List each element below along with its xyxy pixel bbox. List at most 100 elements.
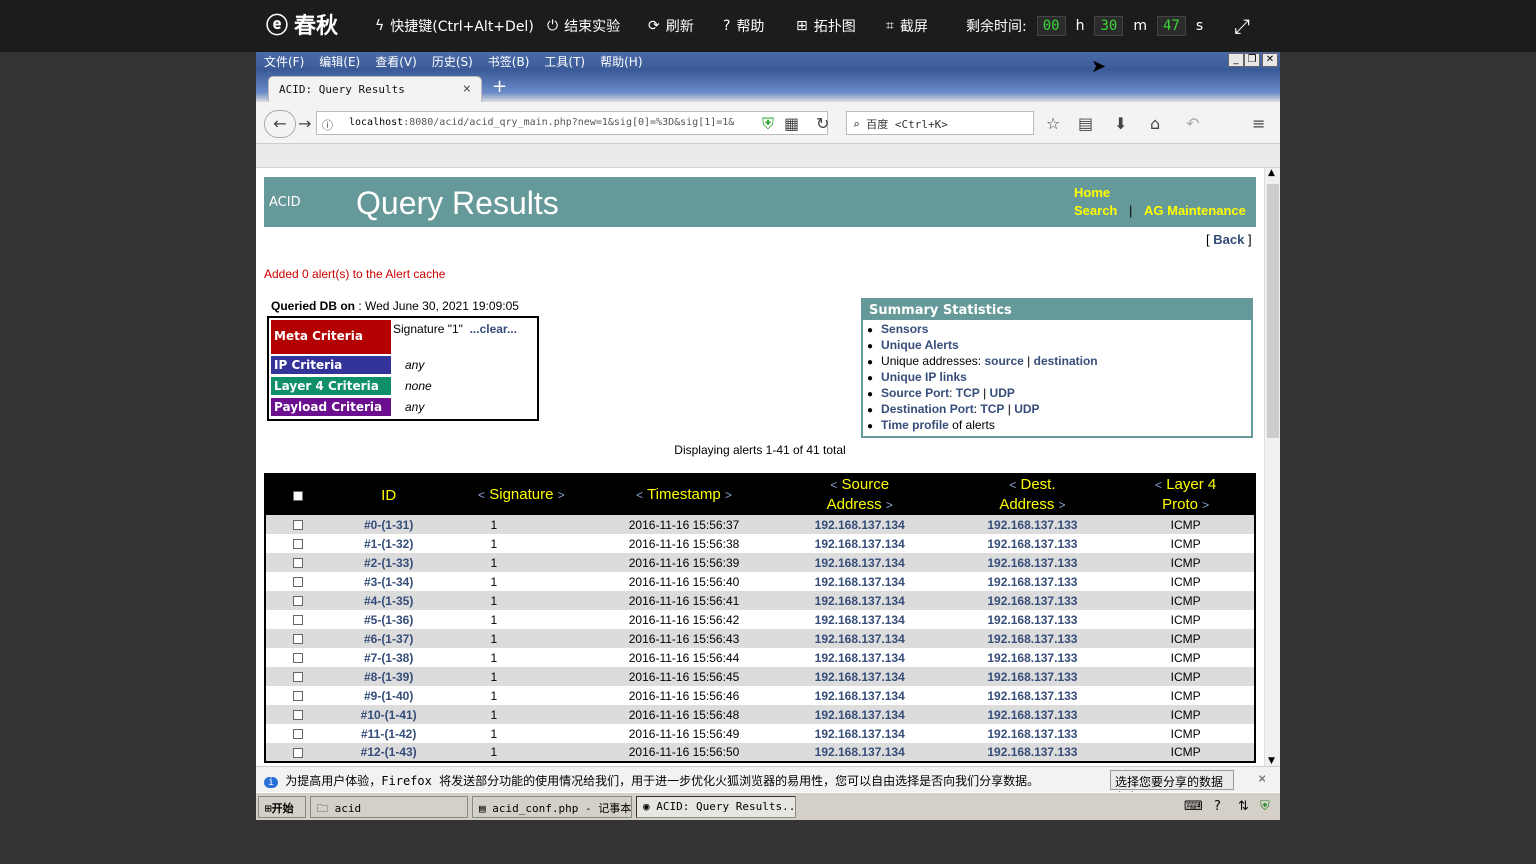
new-tab-icon[interactable]: + [492, 76, 507, 97]
menu-bookmarks[interactable]: 书签(B) [488, 53, 530, 70]
close-tab-icon[interactable]: × [463, 81, 471, 97]
close-notification-icon[interactable]: × [1258, 771, 1266, 787]
src-udp-link[interactable]: UDP [990, 386, 1015, 400]
row-checkbox[interactable] [293, 558, 304, 569]
home-link[interactable]: Home [1074, 185, 1110, 200]
home-icon[interactable]: ⌂ [1150, 114, 1160, 133]
alert-id-link[interactable]: #10-(1-41) [330, 705, 447, 724]
alert-id-link[interactable]: #9-(1-40) [330, 686, 447, 705]
topology-button[interactable]: ⊞ 拓扑图 [796, 14, 856, 38]
taskbar-acid-folder[interactable]: 🗀 acid [310, 796, 468, 818]
signature-column-header[interactable]: < Signature > [446, 474, 597, 515]
undo-icon[interactable]: ↶ [1186, 114, 1199, 133]
source-address-link[interactable]: 192.168.137.134 [771, 648, 948, 667]
row-checkbox[interactable] [293, 596, 304, 607]
close-window-button[interactable]: ✕ [1262, 53, 1278, 67]
dest-address-link[interactable]: 192.168.137.133 [947, 686, 1118, 705]
alert-id-link[interactable]: #4-(1-35) [330, 591, 447, 610]
ag-maintenance-link[interactable]: AG Maintenance [1144, 203, 1246, 218]
destination-link[interactable]: destination [1034, 354, 1098, 368]
source-address-link[interactable]: 192.168.137.134 [771, 724, 948, 743]
network-icon[interactable]: ⇅ [1238, 799, 1249, 814]
row-checkbox[interactable] [293, 520, 304, 531]
source-address-link[interactable]: 192.168.137.134 [771, 686, 948, 705]
source-address-link[interactable]: 192.168.137.134 [771, 572, 948, 591]
select-all-checkbox[interactable] [293, 490, 304, 501]
forward-arrow-icon[interactable]: → [298, 114, 311, 133]
taskbar-firefox[interactable]: ◉ ACID: Query Results... [636, 796, 796, 818]
row-checkbox[interactable] [293, 577, 304, 588]
alert-id-link[interactable]: #6-(1-37) [330, 629, 447, 648]
vertical-scrollbar[interactable]: ▲ ▼ [1264, 168, 1280, 766]
row-checkbox[interactable] [293, 615, 304, 626]
alert-id-link[interactable]: #11-(1-42) [330, 724, 447, 743]
source-link[interactable]: source [984, 354, 1023, 368]
dest-port-link[interactable]: Destination Port [881, 402, 974, 416]
dest-address-link[interactable]: 192.168.137.133 [947, 648, 1118, 667]
security-tray-icon[interactable]: ⛨ [1260, 799, 1270, 814]
row-checkbox[interactable] [293, 653, 304, 664]
download-icon[interactable]: ⬇ [1114, 114, 1127, 133]
dest-address-link[interactable]: 192.168.137.133 [947, 534, 1118, 553]
menu-edit[interactable]: 编辑(E) [319, 53, 360, 70]
source-address-link[interactable]: 192.168.137.134 [771, 553, 948, 572]
minimize-button[interactable]: _ [1228, 53, 1244, 67]
unique-alerts-link[interactable]: Unique Alerts [881, 338, 959, 352]
source-address-link[interactable]: 192.168.137.134 [771, 534, 948, 553]
row-checkbox[interactable] [293, 747, 304, 758]
dest-address-link[interactable]: 192.168.137.133 [947, 667, 1118, 686]
alert-id-link[interactable]: #0-(1-31) [330, 515, 447, 534]
help-button[interactable]: ? 帮助 [723, 14, 764, 38]
dest-address-link[interactable]: 192.168.137.133 [947, 610, 1118, 629]
end-experiment-button[interactable]: ⏻ 结束实验 [547, 14, 620, 38]
source-column-header[interactable]: < Source Address > [771, 474, 948, 515]
source-address-link[interactable]: 192.168.137.134 [771, 515, 948, 534]
ip-links-link[interactable]: Unique IP links [881, 370, 967, 384]
share-data-button[interactable]: 选择您要分享的数据(C) [1110, 770, 1234, 804]
alert-id-link[interactable]: #5-(1-36) [330, 610, 447, 629]
alert-id-link[interactable]: #3-(1-34) [330, 572, 447, 591]
tab-query-results[interactable]: ACID: Query Results × [268, 76, 482, 102]
dest-address-link[interactable]: 192.168.137.133 [947, 515, 1118, 534]
scrollbar-thumb[interactable] [1267, 184, 1279, 438]
bookmark-star-icon[interactable]: ☆ [1046, 114, 1060, 133]
screenshot-button[interactable]: ⌗ 截屏 [886, 14, 928, 38]
dest-address-link[interactable]: 192.168.137.133 [947, 629, 1118, 648]
dest-address-link[interactable]: 192.168.137.133 [947, 591, 1118, 610]
start-button[interactable]: ⊞开始 [258, 796, 306, 818]
row-checkbox[interactable] [293, 672, 304, 683]
clear-link[interactable]: ...clear... [470, 322, 517, 336]
source-address-link[interactable]: 192.168.137.134 [771, 629, 948, 648]
source-address-link[interactable]: 192.168.137.134 [771, 610, 948, 629]
refresh-button[interactable]: ⟳ 刷新 [648, 14, 694, 38]
source-port-link[interactable]: Source Port [881, 386, 949, 400]
row-checkbox[interactable] [293, 729, 304, 740]
source-address-link[interactable]: 192.168.137.134 [771, 705, 948, 724]
back-link[interactable]: Back [1213, 232, 1244, 247]
menu-help[interactable]: 帮助(H) [600, 53, 642, 70]
scroll-up-icon[interactable]: ▲ [1268, 168, 1275, 178]
dest-address-link[interactable]: 192.168.137.133 [947, 553, 1118, 572]
menu-file[interactable]: 文件(F) [264, 53, 304, 70]
row-checkbox[interactable] [293, 539, 304, 550]
source-address-link[interactable]: 192.168.137.134 [771, 591, 948, 610]
time-profile-link[interactable]: Time profile [881, 418, 949, 432]
dest-address-link[interactable]: 192.168.137.133 [947, 743, 1118, 762]
src-tcp-link[interactable]: TCP [956, 386, 980, 400]
shortcut-button[interactable]: ϟ 快捷键(Ctrl+Alt+Del) [375, 14, 534, 38]
dst-tcp-link[interactable]: TCP [980, 402, 1004, 416]
menu-history[interactable]: 历史(S) [432, 53, 473, 70]
source-address-link[interactable]: 192.168.137.134 [771, 743, 948, 762]
dst-udp-link[interactable]: UDP [1014, 402, 1039, 416]
dest-address-link[interactable]: 192.168.137.133 [947, 724, 1118, 743]
hamburger-menu-icon[interactable]: ≡ [1252, 114, 1265, 133]
help-tray-icon[interactable]: ? [1214, 799, 1221, 814]
row-checkbox[interactable] [293, 634, 304, 645]
row-checkbox[interactable] [293, 710, 304, 721]
search-input[interactable]: ⌕ 百度 <Ctrl+K> [846, 111, 1034, 135]
reload-icon[interactable]: ↻ [816, 114, 829, 133]
taskbar-notepad[interactable]: ▤ acid_conf.php - 记事本 [472, 796, 632, 818]
back-arrow-icon[interactable]: ← [264, 110, 296, 138]
dest-column-header[interactable]: < Dest. Address > [947, 474, 1118, 515]
fullscreen-icon[interactable]: ⤢ [1234, 14, 1250, 38]
